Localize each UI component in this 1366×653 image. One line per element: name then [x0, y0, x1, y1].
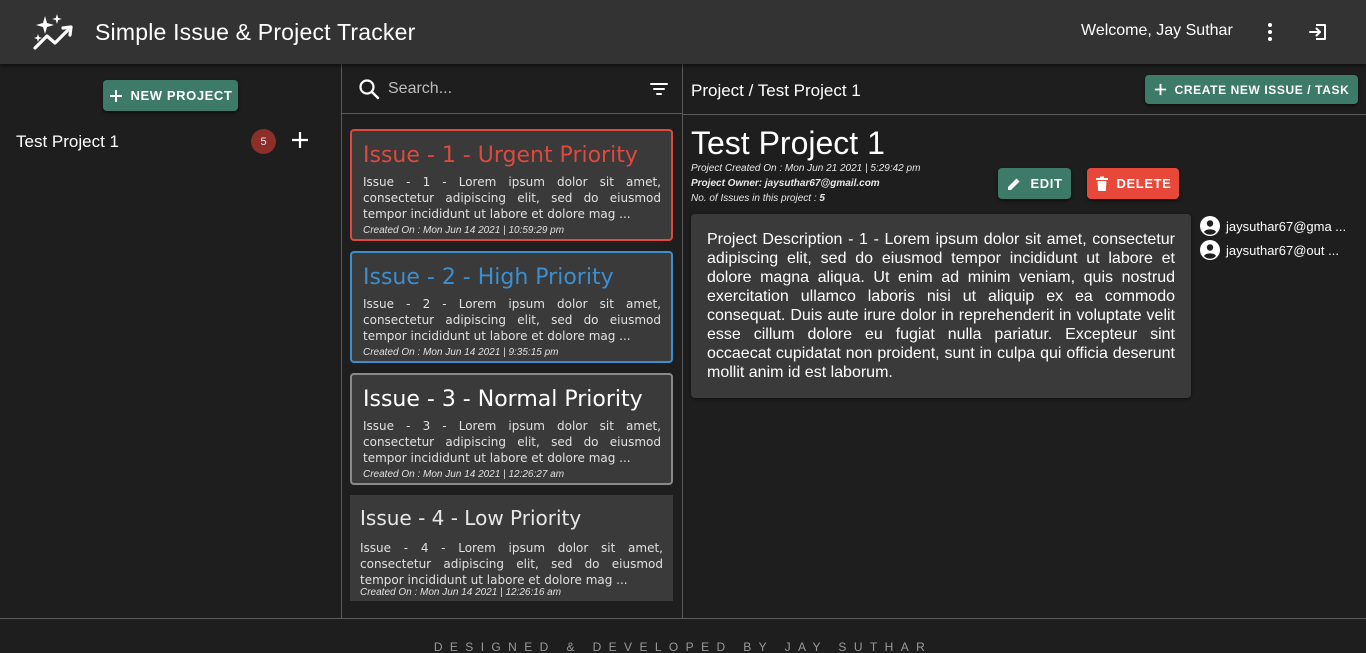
member-email: jaysuthar67@gma ...	[1226, 218, 1347, 234]
plus-icon	[109, 89, 122, 102]
project-name: Test Project 1	[16, 132, 119, 151]
footer: DESIGNED & DEVELOPED BY JAY SUTHAR	[0, 618, 1366, 653]
app-bar: Simple Issue & Project Tracker Welcome, …	[0, 0, 1366, 64]
issue-title: Issue - 1 - Urgent Priority	[363, 143, 638, 168]
welcome-text: Welcome, Jay Suthar	[1081, 22, 1233, 39]
project-created-date: Project Created On : Mon Jun 21 2021 | 5…	[691, 163, 921, 174]
sparkle-trend-icon	[31, 12, 79, 52]
project-issue-count: No. of Issues in this project : 5	[691, 193, 825, 204]
breadcrumb: Project / Test Project 1	[691, 81, 861, 100]
account-circle-icon	[1200, 216, 1220, 236]
new-project-label: NEW PROJECT	[130, 88, 233, 103]
project-description: Project Description - 1 - Lorem ipsum do…	[707, 231, 1175, 381]
issue-description: Issue - 2 - Lorem ipsum dolor sit amet, …	[363, 297, 661, 343]
search-bar	[342, 64, 683, 114]
issue-title: Issue - 3 - Normal Priority	[363, 387, 643, 412]
detail-header: Project / Test Project 1 CREATE NEW ISSU…	[683, 64, 1366, 115]
plus-icon	[292, 132, 308, 148]
issue-card-normal[interactable]: Issue - 3 - Normal Priority Issue - 3 - …	[350, 373, 673, 485]
account-circle-icon	[1200, 240, 1220, 260]
issue-card-urgent[interactable]: Issue - 1 - Urgent Priority Issue - 1 - …	[350, 129, 673, 241]
issue-description: Issue - 3 - Lorem ipsum dolor sit amet, …	[363, 419, 661, 465]
member-email: jaysuthar67@out ...	[1226, 242, 1339, 258]
search-input[interactable]	[388, 76, 638, 102]
logout-icon[interactable]	[1300, 14, 1336, 50]
issues-panel: Issue - 1 - Urgent Priority Issue - 1 - …	[342, 64, 683, 618]
pencil-icon	[1008, 178, 1020, 190]
issue-created-date: Created On : Mon Jun 14 2021 | 12:26:27 …	[363, 469, 565, 480]
issue-card-low[interactable]: Issue - 4 - Low Priority Issue - 4 - Lor…	[350, 495, 673, 601]
create-issue-button[interactable]: CREATE NEW ISSUE / TASK	[1145, 75, 1358, 104]
issue-created-date: Created On : Mon Jun 14 2021 | 10:59:29 …	[363, 225, 565, 236]
project-owner: Project Owner: jaysuthar67@gmail.com	[691, 178, 880, 189]
projects-sidebar: NEW PROJECT Test Project 1 5	[0, 64, 342, 618]
create-issue-label: CREATE NEW ISSUE / TASK	[1174, 82, 1350, 97]
add-issue-button[interactable]	[288, 128, 312, 152]
issue-card-high[interactable]: Issue - 2 - High Priority Issue - 2 - Lo…	[350, 251, 673, 363]
trash-icon	[1095, 176, 1108, 191]
issue-description: Issue - 1 - Lorem ipsum dolor sit amet, …	[363, 175, 661, 221]
issue-created-date: Created On : Mon Jun 14 2021 | 12:26:16 …	[360, 587, 562, 598]
footer-credit: DESIGNED & DEVELOPED BY JAY SUTHAR	[433, 640, 933, 653]
edit-button[interactable]: EDIT	[998, 168, 1071, 199]
project-detail: Project / Test Project 1 CREATE NEW ISSU…	[683, 64, 1366, 618]
app-title: Simple Issue & Project Tracker	[95, 18, 416, 45]
delete-button[interactable]: DELETE	[1087, 168, 1179, 199]
edit-label: EDIT	[1030, 176, 1063, 191]
new-project-button[interactable]: NEW PROJECT	[103, 80, 238, 111]
issue-description: Issue - 4 - Lorem ipsum dolor sit amet, …	[360, 541, 663, 587]
more-vert-icon[interactable]	[1252, 14, 1288, 50]
issue-title: Issue - 2 - High Priority	[363, 265, 614, 290]
issue-created-date: Created On : Mon Jun 14 2021 | 9:35:15 p…	[363, 347, 559, 358]
member-item: jaysuthar67@out ...	[1200, 239, 1339, 261]
issue-title: Issue - 4 - Low Priority	[360, 506, 582, 530]
issue-count-label: No. of Issues in this project :	[691, 193, 820, 204]
project-description-card: Project Description - 1 - Lorem ipsum do…	[691, 214, 1191, 398]
filter-icon[interactable]	[648, 78, 670, 105]
member-item: jaysuthar67@gma ...	[1200, 215, 1346, 237]
issue-count-badge: 5	[251, 129, 276, 154]
search-icon	[358, 78, 380, 105]
issue-count-value: 5	[819, 193, 825, 204]
project-item[interactable]: Test Project 1 5	[0, 124, 342, 160]
plus-icon	[1154, 83, 1166, 96]
project-title: Test Project 1	[691, 125, 885, 161]
delete-label: DELETE	[1116, 176, 1172, 191]
